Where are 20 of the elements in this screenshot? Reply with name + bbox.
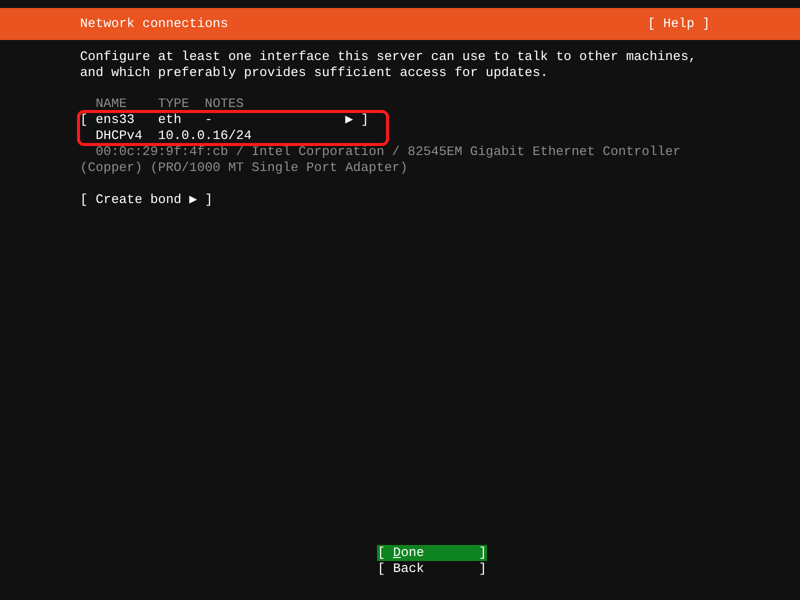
address-method: DHCPv4 [96, 128, 144, 144]
intro-text: Configure at least one interface this server can use to talk to other machines, [80, 49, 698, 65]
submenu-arrow[interactable]: ▶ [345, 112, 361, 128]
device-notes: - [204, 112, 214, 128]
column-header: NAME [96, 96, 128, 112]
bracket: ] [360, 112, 369, 128]
bracket: [ [80, 112, 89, 128]
menu-button[interactable]: [ Back ] [377, 561, 487, 577]
screen-title: Network connections [80, 16, 228, 32]
device-description: (Copper) (PRO/1000 MT Single Port Adapter) [80, 160, 408, 176]
help-link[interactable]: [ Help ] [648, 16, 710, 32]
column-header: NOTES [204, 96, 245, 112]
column-header: TYPE [158, 96, 190, 112]
address-value: 10.0.0.16/24 [158, 128, 252, 144]
intro-text: and which preferably provides sufficient access for updates. [80, 65, 550, 81]
menu-button[interactable]: [ Done ] [377, 545, 487, 561]
device-type: eth [158, 112, 182, 128]
create-bond-link[interactable]: [ Create bond ▶ ] [80, 192, 800, 208]
device-name: ens33 [96, 112, 136, 128]
device-description: 00:0c:29:9f:4f:cb / Intel Corporation / 82545EM Gigabit Ethernet Controller [96, 144, 681, 160]
